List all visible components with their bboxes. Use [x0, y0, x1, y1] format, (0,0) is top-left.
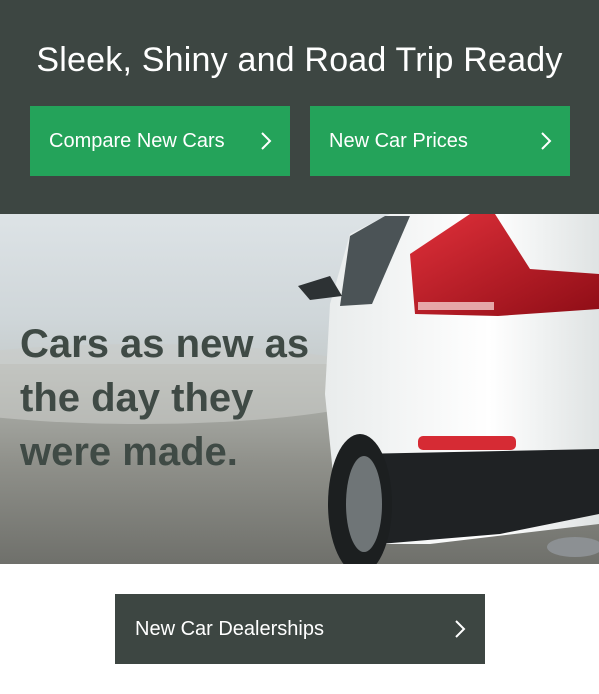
chevron-right-icon: [455, 620, 466, 638]
header-band: Sleek, Shiny and Road Trip Ready Compare…: [0, 0, 599, 214]
new-car-dealerships-button[interactable]: New Car Dealerships: [115, 594, 485, 664]
new-car-prices-button[interactable]: New Car Prices: [310, 106, 570, 176]
compare-new-cars-button[interactable]: Compare New Cars: [30, 106, 290, 176]
new-car-prices-label: New Car Prices: [329, 130, 468, 152]
new-car-dealerships-label: New Car Dealerships: [135, 618, 324, 640]
chevron-right-icon: [261, 132, 272, 150]
page: Sleek, Shiny and Road Trip Ready Compare…: [0, 0, 599, 694]
hero-banner: Cars as new as the day they were made.: [0, 214, 599, 564]
page-headline: Sleek, Shiny and Road Trip Ready: [36, 41, 563, 79]
hero-tagline: Cars as new as the day they were made.: [20, 322, 310, 474]
chevron-right-icon: [541, 132, 552, 150]
compare-new-cars-label: Compare New Cars: [49, 130, 225, 152]
